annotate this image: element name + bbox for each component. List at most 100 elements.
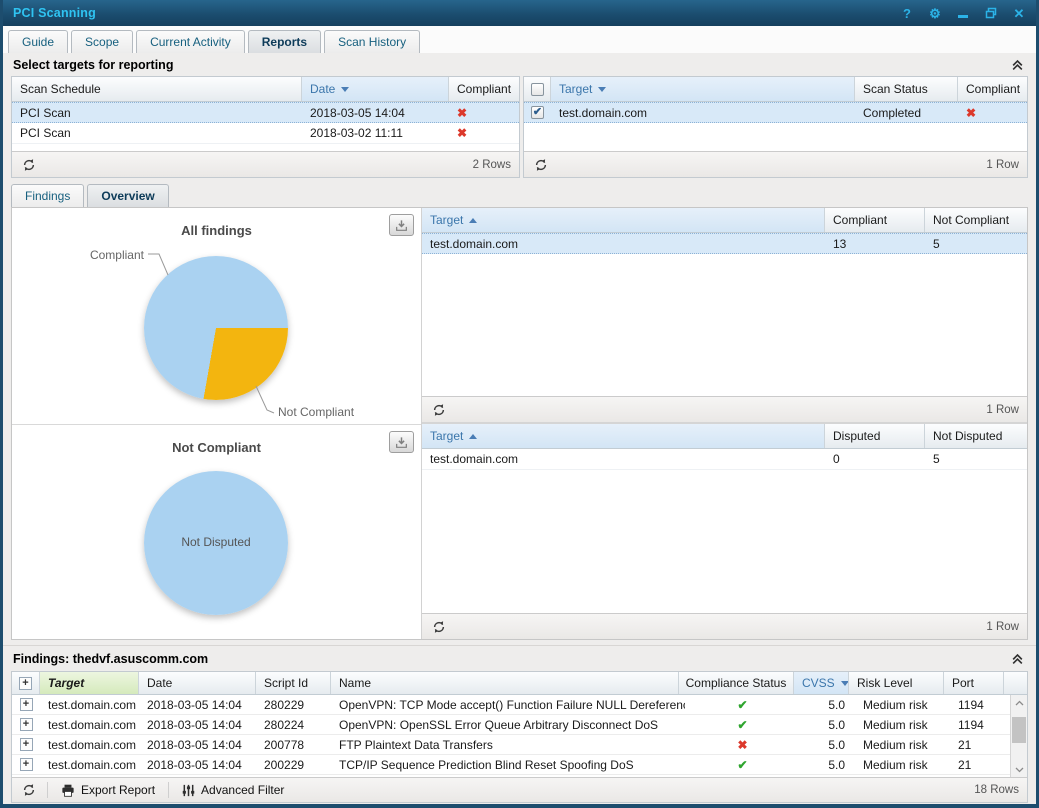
refresh-icon[interactable]	[20, 156, 38, 174]
tab-current-activity-label: Current Activity	[150, 35, 231, 49]
tab-guide[interactable]: Guide	[8, 30, 68, 53]
summary-tables-column: Target Compliant Not Compliant test.doma…	[422, 208, 1027, 639]
restore-icon[interactable]	[984, 6, 998, 20]
column-header-compliant[interactable]: Compliant	[958, 77, 1027, 101]
compliance-status-icon: ✖	[685, 738, 800, 752]
scrollbar-track[interactable]	[1011, 710, 1027, 762]
title-bar: PCI Scanning ? ⚙ ✕	[3, 0, 1036, 26]
download-icon	[395, 436, 408, 449]
not-compliant-chart: Not Compliant Not Disputed	[12, 425, 421, 639]
name-header-label: Name	[339, 676, 371, 690]
vertical-scrollbar[interactable]	[1010, 695, 1027, 777]
window-title: PCI Scanning	[13, 6, 96, 20]
gear-icon[interactable]: ⚙	[928, 6, 942, 20]
refresh-glyph	[432, 620, 446, 634]
expand-row-icon[interactable]: +	[20, 738, 33, 751]
expand-row-icon[interactable]: +	[20, 698, 33, 711]
table-row[interactable]: + test.domain.com 2018-03-05 14:04 20022…	[12, 755, 1010, 775]
column-header-not-disputed[interactable]: Not Disputed	[925, 424, 1027, 448]
script-id-cell: 280224	[256, 718, 331, 732]
expand-row-icon[interactable]: +	[20, 718, 33, 731]
collapse-section-icon[interactable]	[1008, 57, 1026, 73]
expand-row-cell: +	[12, 758, 40, 771]
port-cell: 21	[950, 758, 1010, 772]
tab-scope-label: Scope	[85, 35, 119, 49]
printer-icon	[61, 784, 75, 797]
column-header-not-compliant[interactable]: Not Compliant	[925, 208, 1027, 232]
row-count: 1 Row	[986, 159, 1019, 171]
column-header-date[interactable]: Date	[139, 672, 256, 694]
column-header-date[interactable]: Date	[302, 77, 449, 101]
table-row[interactable]: + test.domain.com 2018-03-05 14:04 20077…	[12, 735, 1010, 755]
column-header-target[interactable]: Target	[551, 77, 855, 101]
column-header-compliant[interactable]: Compliant	[449, 77, 519, 101]
schedule-cell: PCI Scan	[12, 106, 302, 120]
refresh-icon[interactable]	[20, 781, 38, 799]
chart-title: All findings	[12, 223, 421, 238]
tab-guide-label: Guide	[22, 35, 54, 49]
column-header-name[interactable]: Name	[331, 672, 679, 694]
compliant-header-label: Compliant	[457, 82, 511, 96]
column-header-compliant[interactable]: Compliant	[825, 208, 925, 232]
table-row[interactable]: test.domain.com 0 5	[422, 449, 1027, 470]
scroll-down-icon[interactable]	[1011, 762, 1027, 777]
target-cell: test.domain.com	[40, 698, 139, 712]
expand-row-icon[interactable]: +	[20, 758, 33, 771]
column-header-cvss[interactable]: CVSS	[794, 672, 849, 694]
table-row[interactable]: + test.domain.com 2018-03-05 14:04 28022…	[12, 695, 1010, 715]
tab-current-activity[interactable]: Current Activity	[136, 30, 245, 53]
date-cell: 2018-03-02 11:11	[302, 126, 449, 140]
target-header-label: Target	[430, 213, 463, 227]
row-checkbox[interactable]: ✔	[531, 106, 544, 119]
pci-scanning-window: PCI Scanning ? ⚙ ✕ Guide Scope Current A…	[0, 0, 1039, 808]
refresh-icon[interactable]	[430, 618, 448, 636]
column-header-port[interactable]: Port	[944, 672, 1004, 694]
expand-all-icon[interactable]: +	[19, 677, 32, 690]
column-header-disputed[interactable]: Disputed	[825, 424, 925, 448]
expand-row-cell: +	[12, 698, 40, 711]
target-table: Target Scan Status Compliant ✔ test.doma…	[523, 76, 1028, 178]
date-cell: 2018-03-05 14:04	[139, 718, 256, 732]
refresh-icon[interactable]	[430, 401, 448, 419]
window-controls: ? ⚙ ✕	[900, 6, 1026, 20]
column-header-script-id[interactable]: Script Id	[256, 672, 331, 694]
compliant-header-label: Compliant	[966, 82, 1020, 96]
collapse-section-icon[interactable]	[1008, 651, 1026, 667]
main-tab-bar: Guide Scope Current Activity Reports Sca…	[3, 26, 1036, 53]
tab-overview[interactable]: Overview	[87, 184, 168, 207]
refresh-icon[interactable]	[532, 156, 550, 174]
column-header-risk-level[interactable]: Risk Level	[849, 672, 944, 694]
column-header-scan-schedule[interactable]: Scan Schedule	[12, 77, 302, 101]
column-header-compliance-status[interactable]: Compliance Status	[679, 672, 794, 694]
column-header-scan-status[interactable]: Scan Status	[855, 77, 958, 101]
table-row[interactable]: ✔ test.domain.com Completed ✖	[524, 102, 1027, 123]
advanced-filter-button[interactable]: Advanced Filter	[178, 783, 288, 797]
schedule-cell: PCI Scan	[12, 126, 302, 140]
download-chart-button[interactable]	[389, 431, 414, 453]
export-report-button[interactable]: Export Report	[57, 783, 159, 797]
column-header-target[interactable]: Target	[422, 424, 825, 448]
scan-status-header-label: Scan Status	[863, 82, 928, 96]
help-icon[interactable]: ?	[900, 6, 914, 20]
tab-reports[interactable]: Reports	[248, 30, 321, 53]
minimize-icon[interactable]	[956, 6, 970, 20]
cvss-cell: 5.0	[800, 698, 855, 712]
pie-label-not-compliant: Not Compliant	[278, 405, 354, 419]
tab-scope[interactable]: Scope	[71, 30, 133, 53]
table-row[interactable]: PCI Scan 2018-03-02 11:11 ✖	[12, 123, 519, 144]
select-all-checkbox[interactable]	[531, 83, 544, 96]
table-row[interactable]: test.domain.com 13 5	[422, 233, 1027, 254]
tab-findings[interactable]: Findings	[11, 184, 84, 207]
tab-scan-history[interactable]: Scan History	[324, 30, 420, 53]
close-icon[interactable]: ✕	[1012, 6, 1026, 20]
column-header-target[interactable]: Target	[40, 672, 139, 694]
column-header-target[interactable]: Target	[422, 208, 825, 232]
table-row[interactable]: + test.domain.com 2018-03-05 14:04 28022…	[12, 715, 1010, 735]
not-disputed-header-label: Not Disputed	[933, 429, 1002, 443]
scrollbar-thumb[interactable]	[1012, 717, 1026, 743]
download-chart-button[interactable]	[389, 214, 414, 236]
table-row[interactable]: PCI Scan 2018-03-05 14:04 ✖	[12, 102, 519, 123]
double-chevron-up-icon	[1011, 652, 1024, 665]
scroll-up-icon[interactable]	[1011, 695, 1027, 710]
overview-panel: All findings Compliant Not Compliant Not…	[11, 207, 1028, 640]
